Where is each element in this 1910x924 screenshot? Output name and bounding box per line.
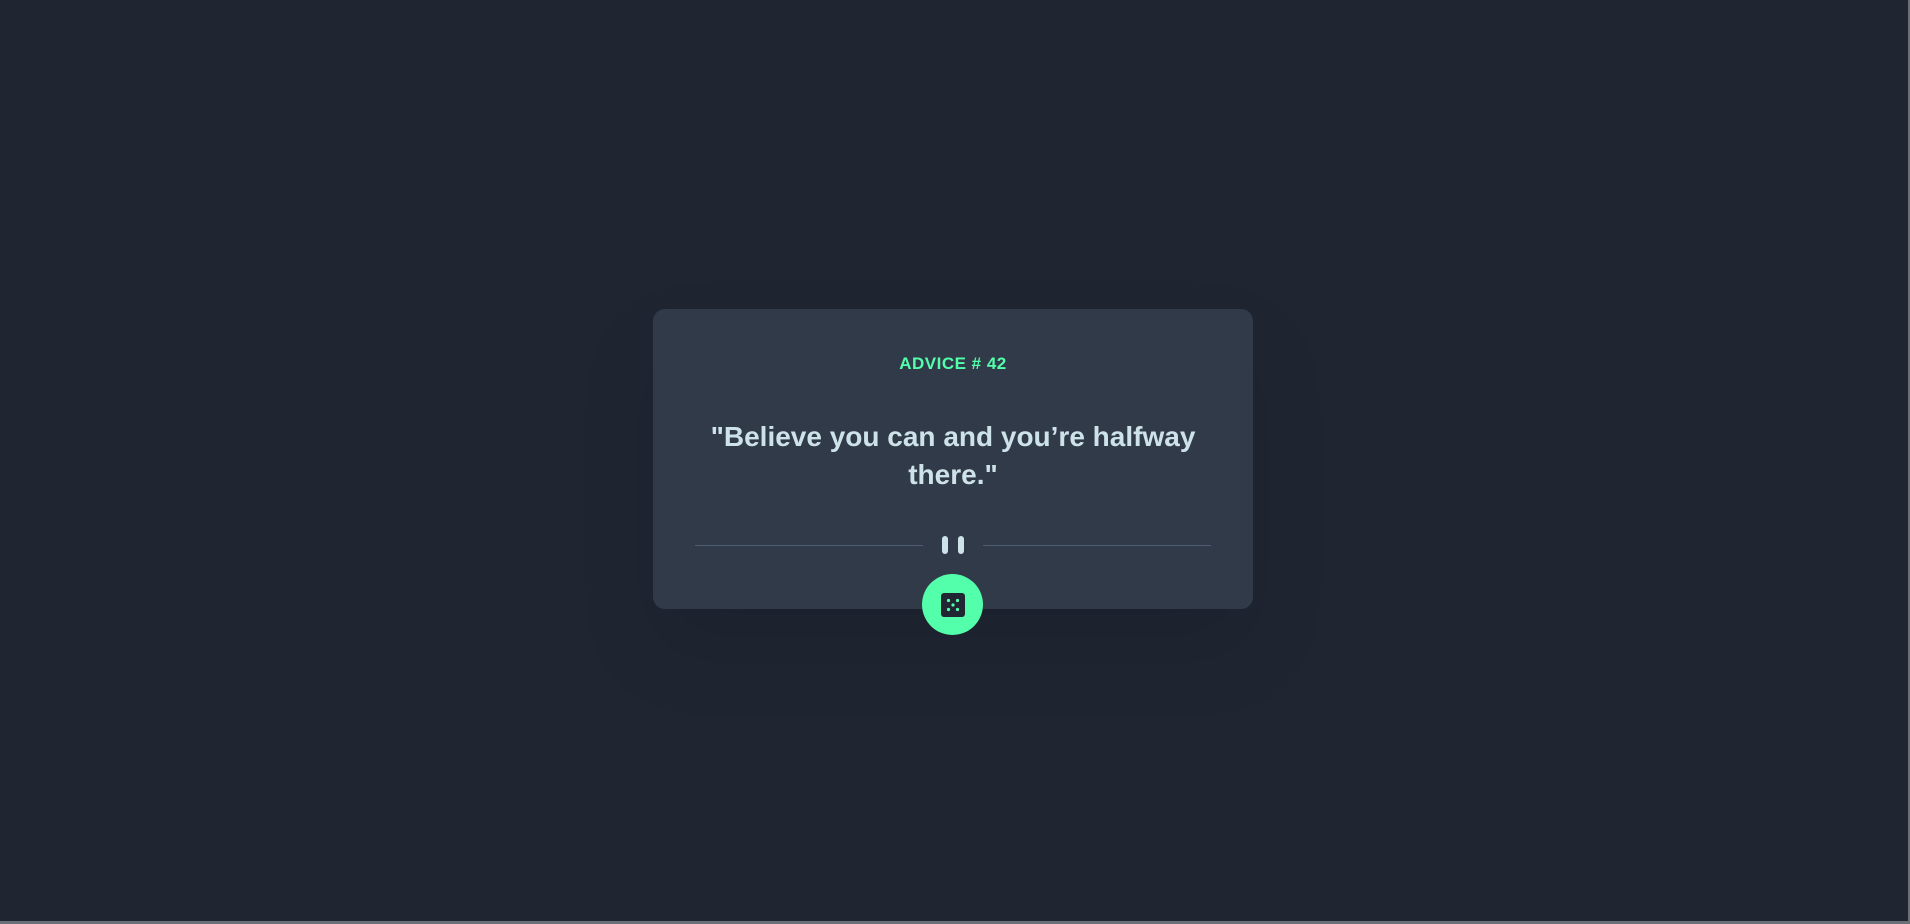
new-advice-button[interactable] [922,574,983,635]
page-viewport: ADVICE # 42 "Believe you can and you’re … [0,0,1910,924]
divider-line-right [983,545,1211,546]
advice-quote: "Believe you can and you’re halfway ther… [710,421,1196,490]
card-divider [695,535,1211,555]
advice-card: ADVICE # 42 "Believe you can and you’re … [653,309,1253,609]
divider-line-left [695,545,923,546]
advice-number: ADVICE # 42 [899,354,1007,373]
dice-icon [940,592,965,617]
pause-icon [940,536,966,554]
